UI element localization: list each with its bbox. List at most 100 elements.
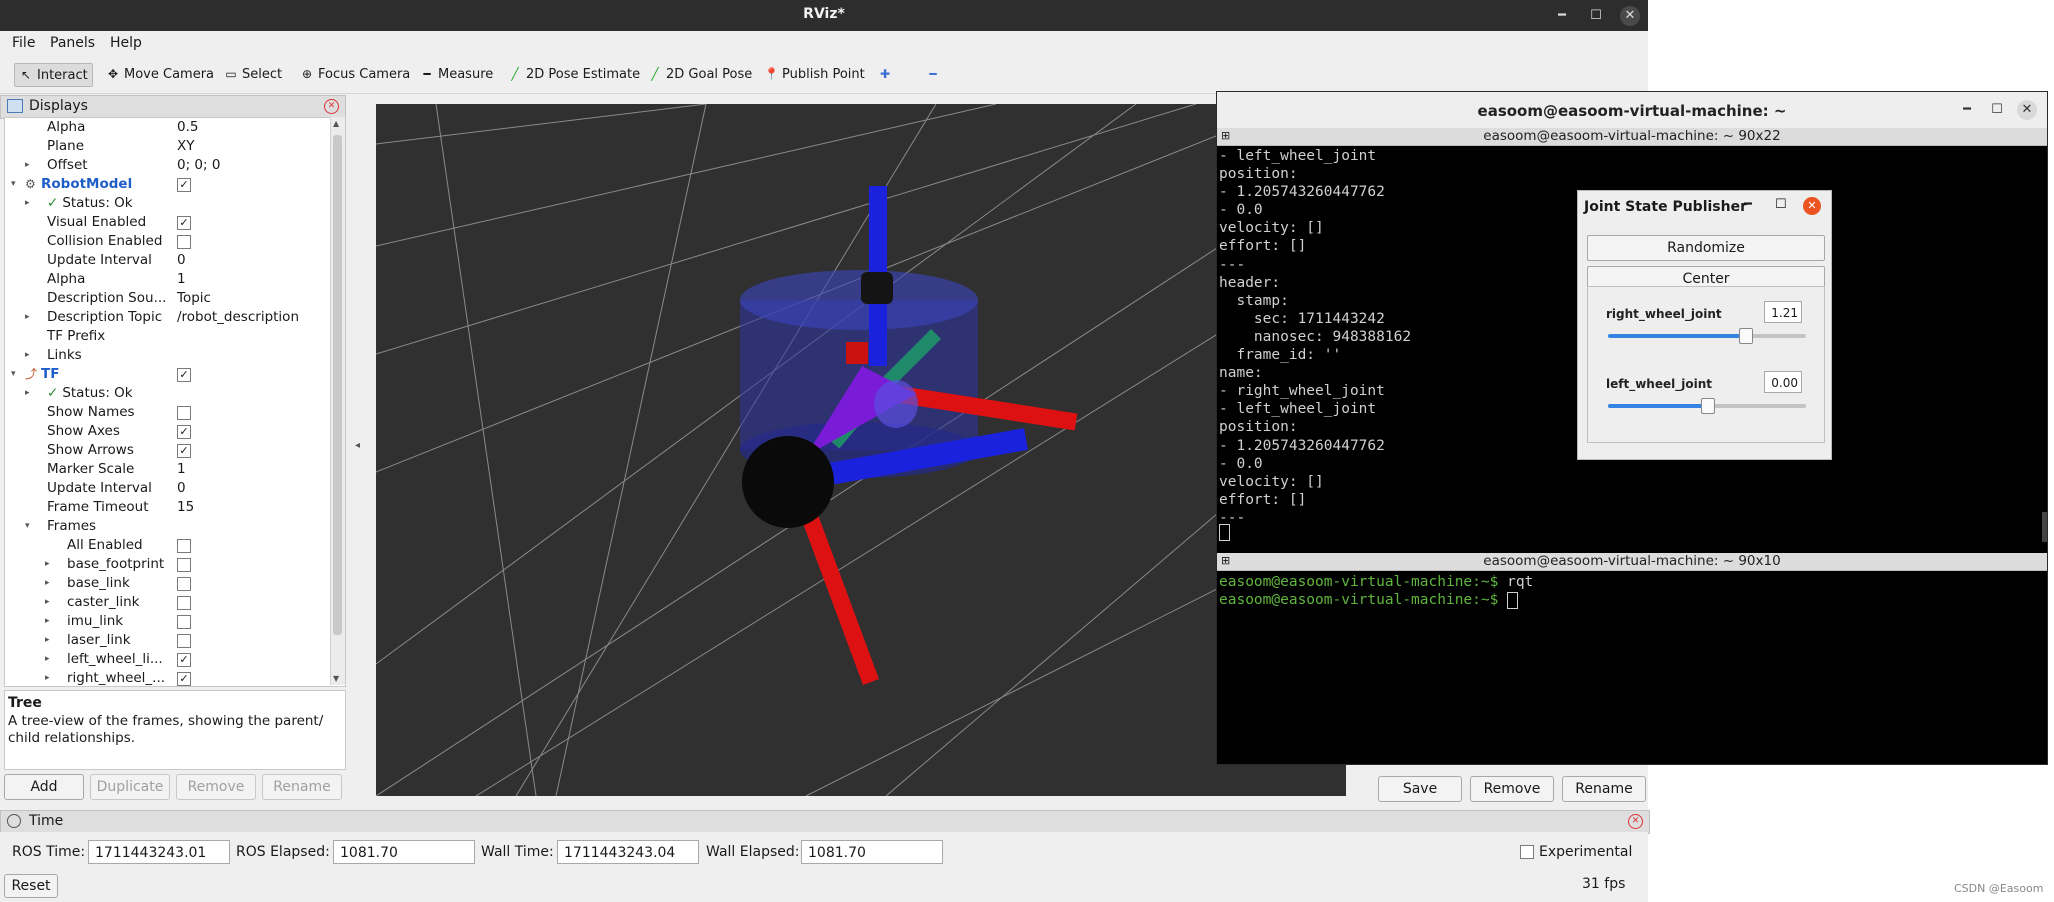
terminal-maximize-icon[interactable]: ☐ xyxy=(1987,100,2007,120)
tree-row-value[interactable]: 0; 0; 0 xyxy=(177,156,220,175)
tree-row-value[interactable]: /robot_description xyxy=(177,308,299,327)
tree-row[interactable]: TF Prefix xyxy=(5,327,335,346)
tree-row-checkbox[interactable]: ✓ xyxy=(177,425,191,439)
rename-view-button[interactable]: Rename xyxy=(1562,776,1646,802)
minimize-icon[interactable]: ━ xyxy=(1552,6,1572,26)
joint-slider[interactable] xyxy=(1608,398,1806,414)
experimental-checkbox[interactable] xyxy=(1520,845,1534,859)
add-display-button[interactable]: Add xyxy=(4,774,84,800)
tree-row[interactable]: Show Arrows ✓ xyxy=(5,441,335,460)
jsp-minimize-icon[interactable]: ━ xyxy=(1744,197,1752,212)
expand-right-icon[interactable]: ▸ xyxy=(25,308,30,327)
tool-2d-goal-pose[interactable]: ╱ 2D Goal Pose xyxy=(644,63,756,85)
remove-view-button[interactable]: Remove xyxy=(1470,776,1554,802)
expand-right-icon[interactable]: ▸ xyxy=(45,555,50,574)
tree-row-checkbox[interactable] xyxy=(177,634,191,648)
joint-slider-handle[interactable] xyxy=(1738,328,1753,344)
joint-slider-handle[interactable] xyxy=(1701,398,1715,414)
panel-close-icon[interactable]: ✕ xyxy=(324,99,339,114)
time-panel-close-icon[interactable]: ✕ xyxy=(1628,814,1643,829)
tree-row[interactable]: ▸ Description Topic/robot_description xyxy=(5,308,335,327)
expand-down-icon[interactable]: ▾ xyxy=(25,517,30,536)
tree-row-value[interactable]: 0.5 xyxy=(177,118,198,137)
tree-row-checkbox[interactable] xyxy=(177,539,191,553)
joint-slider[interactable] xyxy=(1608,328,1806,344)
expand-right-icon[interactable]: ▸ xyxy=(25,156,30,175)
tree-row[interactable]: ▸ left_wheel_li... ✓ xyxy=(5,650,335,669)
terminal-prompt-line-2[interactable]: easoom@easoom-virtual-machine:~$ xyxy=(1219,591,1519,609)
tool-move-camera[interactable]: ✥ Move Camera xyxy=(102,63,218,85)
tree-row-checkbox[interactable] xyxy=(177,596,191,610)
expand-right-icon[interactable]: ▸ xyxy=(45,574,50,593)
expand-right-icon[interactable]: ▸ xyxy=(45,669,50,686)
tree-row[interactable]: Plane XY xyxy=(5,137,335,156)
tree-row[interactable]: ▸ ✓ Status: Ok xyxy=(5,384,335,403)
wall-time-field[interactable]: 1711443243.04 xyxy=(557,840,699,864)
randomize-button[interactable]: Randomize xyxy=(1587,235,1825,261)
tree-row-value[interactable]: Topic xyxy=(177,289,211,308)
terminal-close-icon[interactable]: ✕ xyxy=(2017,100,2037,120)
tree-row-checkbox[interactable]: ✓ xyxy=(177,216,191,230)
tree-row-checkbox[interactable]: ✓ xyxy=(177,444,191,458)
tree-row[interactable]: ▸ Links xyxy=(5,346,335,365)
maximize-icon[interactable]: ☐ xyxy=(1586,6,1606,26)
joint-value-field[interactable]: 0.00 xyxy=(1764,371,1802,393)
tree-scrollbar[interactable]: ▲ ▼ xyxy=(330,117,345,685)
tree-row[interactable]: ▸ imu_link xyxy=(5,612,335,631)
tree-row[interactable]: ▸ ✓ Status: Ok xyxy=(5,194,335,213)
tree-row[interactable]: Description Sou... Topic xyxy=(5,289,335,308)
tree-row[interactable]: ▾ ⤴ TF ✓ xyxy=(5,365,335,384)
tree-row-checkbox[interactable] xyxy=(177,558,191,572)
tree-row[interactable]: ▸ base_footprint xyxy=(5,555,335,574)
collapse-left-icon[interactable]: ◂ xyxy=(355,440,360,451)
tool-remove-tool-icon[interactable]: ━ xyxy=(922,63,948,85)
terminal-minimize-icon[interactable]: ━ xyxy=(1957,100,1977,120)
tree-row[interactable]: Update Interval 0 xyxy=(5,479,335,498)
tree-row[interactable]: Alpha 0.5 xyxy=(5,118,335,137)
jsp-maximize-icon[interactable]: ☐ xyxy=(1775,197,1787,212)
tree-row[interactable]: All Enabled xyxy=(5,536,335,555)
tree-row[interactable]: Update Interval 0 xyxy=(5,251,335,270)
expand-right-icon[interactable]: ▸ xyxy=(45,612,50,631)
close-icon[interactable]: ✕ xyxy=(1620,6,1640,26)
expand-right-icon[interactable]: ▸ xyxy=(45,593,50,612)
tree-row[interactable]: Show Axes ✓ xyxy=(5,422,335,441)
menu-panels[interactable]: Panels xyxy=(50,35,95,51)
tree-row[interactable]: ▸ base_link xyxy=(5,574,335,593)
tree-row[interactable]: Alpha 1 xyxy=(5,270,335,289)
scroll-up-icon[interactable]: ▲ xyxy=(333,119,339,128)
tool-interact[interactable]: ↖ Interact xyxy=(14,63,93,87)
tree-row-value[interactable]: XY xyxy=(177,137,195,156)
tree-row-checkbox[interactable] xyxy=(177,577,191,591)
tree-row[interactable]: Collision Enabled xyxy=(5,232,335,251)
scroll-down-icon[interactable]: ▼ xyxy=(333,674,339,683)
tree-row-checkbox[interactable]: ✓ xyxy=(177,178,191,192)
displays-tree[interactable]: Alpha 0.5 Plane XY ▸ Offset 0; 0; 0 ▾ ⚙ RobotMode… xyxy=(4,117,346,687)
tree-row[interactable]: ▸ right_wheel_... ✓ xyxy=(5,669,335,686)
tool-publish-point[interactable]: 📍 Publish Point xyxy=(760,63,869,85)
tree-row-checkbox[interactable]: ✓ xyxy=(177,653,191,667)
joint-value-field[interactable]: 1.21 xyxy=(1764,301,1802,323)
tree-row-checkbox[interactable]: ✓ xyxy=(177,368,191,382)
tool-measure[interactable]: ━ Measure xyxy=(416,63,497,85)
jsp-close-icon[interactable]: ✕ xyxy=(1803,197,1821,215)
tree-row[interactable]: ▾ Frames xyxy=(5,517,335,536)
tree-row-checkbox[interactable] xyxy=(177,615,191,629)
wall-elapsed-field[interactable]: 1081.70 xyxy=(801,840,943,864)
expand-down-icon[interactable]: ▾ xyxy=(11,175,16,194)
expand-right-icon[interactable]: ▸ xyxy=(25,384,30,403)
scroll-thumb[interactable] xyxy=(333,135,342,635)
tree-row[interactable]: Visual Enabled ✓ xyxy=(5,213,335,232)
reset-button[interactable]: Reset xyxy=(4,874,58,898)
menu-help[interactable]: Help xyxy=(110,35,142,51)
tree-row-value[interactable]: 1 xyxy=(177,460,186,479)
tree-row-checkbox[interactable]: ✓ xyxy=(177,672,191,686)
expand-down-icon[interactable]: ▾ xyxy=(11,365,16,384)
tree-row-value[interactable]: 1 xyxy=(177,270,186,289)
menu-file[interactable]: File xyxy=(12,35,35,51)
tree-row[interactable]: Show Names xyxy=(5,403,335,422)
tree-row[interactable]: ▸ laser_link xyxy=(5,631,335,650)
tool-focus-camera[interactable]: ⊕ Focus Camera xyxy=(296,63,414,85)
tree-row[interactable]: ▸ caster_link xyxy=(5,593,335,612)
render-viewport[interactable] xyxy=(376,104,1346,796)
